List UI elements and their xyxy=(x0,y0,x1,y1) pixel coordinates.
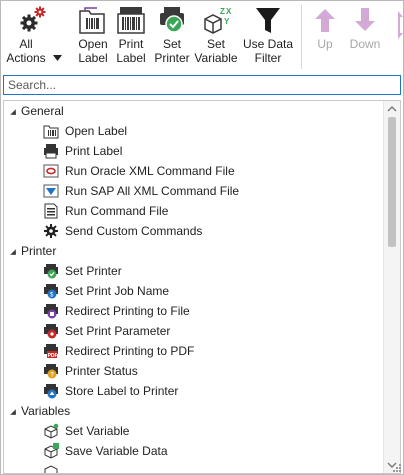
variable-cube-icon xyxy=(44,423,59,439)
svg-text:Y: Y xyxy=(224,17,230,26)
collapse-triangle-icon[interactable] xyxy=(10,249,16,255)
variable-cube-icon: Z X Y xyxy=(204,7,232,34)
print-parameter-icon xyxy=(44,324,58,339)
barcode-printer-icon xyxy=(117,7,145,34)
set-printer-icon xyxy=(160,7,184,33)
tree-item-run-command-file[interactable]: Run Command File xyxy=(4,201,384,221)
tree-item-label: Set Print Job Name xyxy=(65,284,170,298)
set-printer-button[interactable]: Set Printer xyxy=(151,1,193,71)
down-button[interactable]: Down xyxy=(343,1,387,71)
tree-item-label: Set Variable xyxy=(65,424,130,438)
all-actions-button[interactable]: All Actions xyxy=(3,1,62,71)
vertical-scrollbar[interactable] xyxy=(383,101,400,473)
tree-item-print-label[interactable]: Print Label xyxy=(4,141,384,161)
ribbon-toolbar: All Actions Open Label Print Label Set P… xyxy=(1,1,403,72)
tree-item-label: Printer Status xyxy=(65,364,138,378)
tree-item-run-oracle-xml[interactable]: Run Oracle XML Command File xyxy=(4,161,384,181)
tree-item-label: Run SAP All XML Command File xyxy=(65,184,240,198)
svg-text:Z: Z xyxy=(220,7,225,16)
tree-item-partial[interactable] xyxy=(4,461,384,473)
search-box[interactable] xyxy=(3,75,401,95)
scrollbar-thumb[interactable] xyxy=(388,117,396,247)
open-label-button[interactable]: Open Label xyxy=(73,1,113,71)
actions-tree: General Open Label Print Label Run Oracl… xyxy=(4,101,384,473)
save-variable-icon xyxy=(44,443,59,459)
printer-status-icon: ? xyxy=(44,364,58,379)
all-actions-label: All Actions xyxy=(6,37,46,65)
up-button[interactable]: Up xyxy=(307,1,343,71)
tree-item-label: Store Label to Printer xyxy=(65,384,179,398)
printer-icon xyxy=(44,144,58,159)
tree-item-printer-status[interactable]: ? Printer Status xyxy=(4,361,384,381)
gears-icon xyxy=(20,6,46,32)
command-file-icon xyxy=(44,203,58,219)
category-label: Variables xyxy=(21,404,71,418)
tree-item-run-sap-xml[interactable]: Run SAP All XML Command File xyxy=(4,181,384,201)
svg-text:X: X xyxy=(226,7,232,16)
print-label-label: Print Label xyxy=(116,37,146,65)
more-arrow-icon xyxy=(398,11,403,39)
scroll-up-arrow-icon[interactable] xyxy=(384,101,400,117)
pdf-icon: PDF xyxy=(44,344,58,359)
category-general[interactable]: General xyxy=(4,101,384,121)
collapse-triangle-icon[interactable] xyxy=(10,109,16,115)
tree-item-label: Run Oracle XML Command File xyxy=(65,164,235,178)
store-label-icon xyxy=(44,384,58,399)
set-variable-button[interactable]: Z X Y Set Variable xyxy=(193,1,239,71)
tree-item-label: Redirect Printing to File xyxy=(65,304,190,318)
action-panel: All Actions Open Label Print Label Set P… xyxy=(0,0,404,475)
tree-item-label: Run Command File xyxy=(65,204,169,218)
open-label-icon xyxy=(43,125,59,139)
arrow-down-icon xyxy=(355,8,375,31)
category-printer[interactable]: Printer xyxy=(4,241,384,261)
tree-item-store-label[interactable]: Store Label to Printer xyxy=(4,381,384,401)
tree-item-label: Send Custom Commands xyxy=(65,224,203,238)
svg-text:PDF: PDF xyxy=(48,353,58,359)
funnel-icon xyxy=(256,8,280,33)
tree-item-redirect-to-file[interactable]: Redirect Printing to File xyxy=(4,301,384,321)
category-variables[interactable]: Variables xyxy=(4,401,384,421)
sap-file-icon xyxy=(43,184,59,198)
tree-item-save-variable-data[interactable]: Save Variable Data xyxy=(4,441,384,461)
collapse-triangle-icon[interactable] xyxy=(10,409,16,415)
tree-item-set-print-parameter[interactable]: Set Print Parameter xyxy=(4,321,384,341)
chevron-down-icon xyxy=(53,55,62,61)
arrow-up-icon xyxy=(315,9,335,32)
tree-item-label: Open Label xyxy=(65,124,128,138)
tree-item-open-label[interactable]: Open Label xyxy=(4,121,384,141)
use-data-filter-label: Use Data Filter xyxy=(242,37,294,65)
print-label-button[interactable]: Print Label xyxy=(113,1,149,71)
toolbar-separator xyxy=(301,5,302,69)
category-label: Printer xyxy=(21,244,57,258)
search-input[interactable] xyxy=(4,76,400,94)
actions-tree-panel: General Open Label Print Label Run Oracl… xyxy=(3,100,401,474)
oracle-file-icon xyxy=(43,164,59,178)
redirect-file-icon xyxy=(44,304,58,319)
category-label: General xyxy=(21,104,64,118)
set-printer-label: Set Printer xyxy=(154,37,190,65)
down-label: Down xyxy=(349,37,381,51)
open-label-label: Open Label xyxy=(78,37,108,65)
tree-item-label: Set Print Parameter xyxy=(65,324,171,338)
set-printer-icon xyxy=(44,264,58,279)
tree-item-redirect-to-pdf[interactable]: PDF Redirect Printing to PDF xyxy=(4,341,384,361)
tree-item-label: Save Variable Data xyxy=(65,444,168,458)
set-variable-label: Set Variable xyxy=(194,37,238,65)
print-job-icon: $ xyxy=(44,284,58,299)
variable-cube-icon xyxy=(44,465,58,473)
open-label-icon xyxy=(79,7,105,34)
gear-icon xyxy=(44,224,58,238)
tree-item-label: Print Label xyxy=(65,144,123,158)
up-label: Up xyxy=(317,37,333,51)
svg-text:?: ? xyxy=(50,373,54,379)
tree-item-send-custom-commands[interactable]: Send Custom Commands xyxy=(4,221,384,241)
tree-item-set-print-job-name[interactable]: $ Set Print Job Name xyxy=(4,281,384,301)
use-data-filter-button[interactable]: Use Data Filter xyxy=(239,1,297,71)
resize-grip-icon[interactable] xyxy=(391,462,401,472)
tree-item-label: Redirect Printing to PDF xyxy=(65,344,195,358)
tree-item-set-variable[interactable]: Set Variable xyxy=(4,421,384,441)
tree-item-label: Set Printer xyxy=(65,264,122,278)
tree-item-set-printer[interactable]: Set Printer xyxy=(4,261,384,281)
